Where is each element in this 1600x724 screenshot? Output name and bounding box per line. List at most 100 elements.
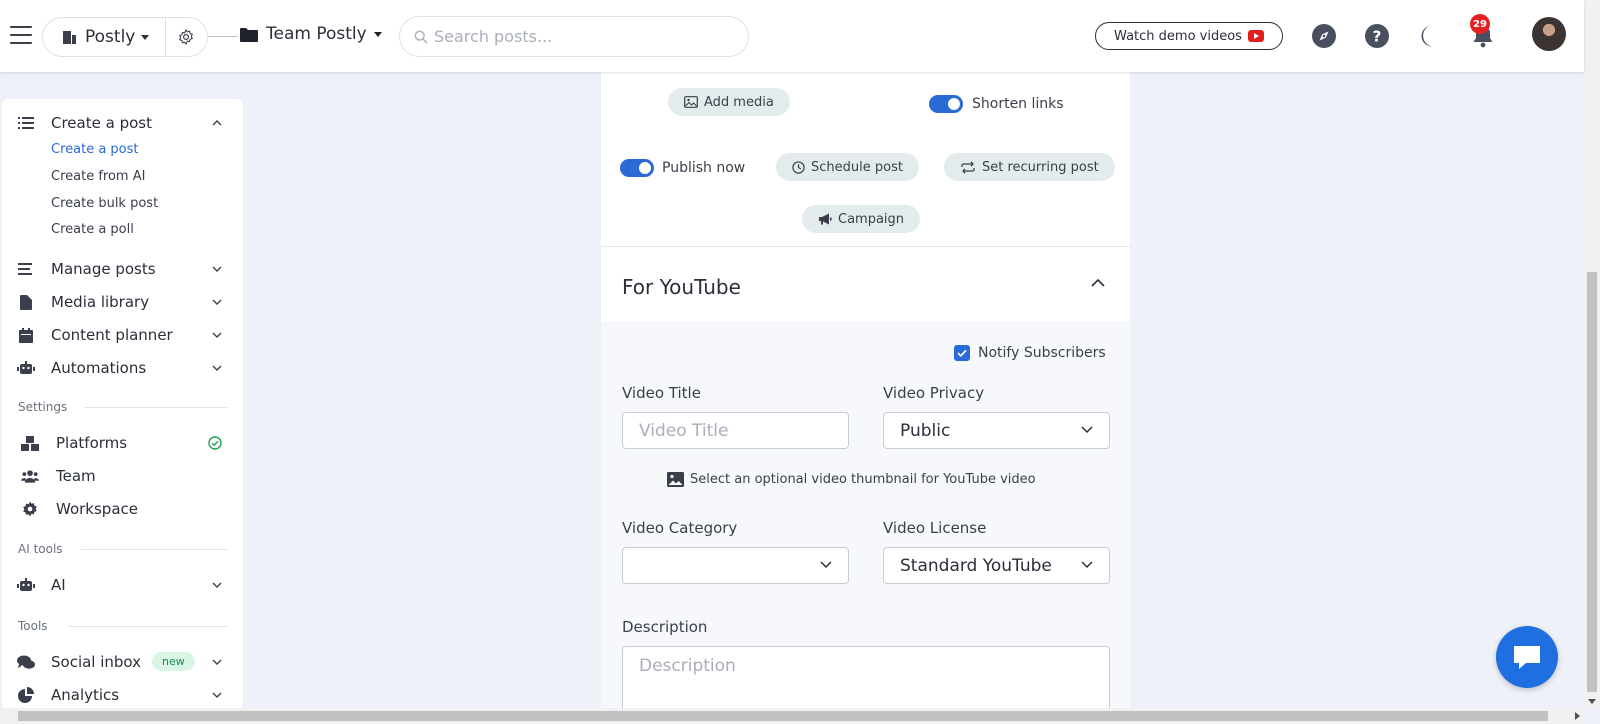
sidebar-item-label: Manage posts: [51, 260, 156, 278]
connector-line: [208, 36, 238, 37]
video-privacy-select[interactable]: Public: [883, 412, 1110, 449]
search-bar: [399, 16, 749, 57]
scroll-down-arrow-icon[interactable]: [1588, 699, 1596, 704]
sidebar: Create a post Create a post Create from …: [2, 99, 243, 709]
video-license-value: Standard YouTube: [900, 555, 1052, 576]
compass-icon[interactable]: [1311, 23, 1337, 49]
video-title-field: [622, 412, 849, 449]
chevron-down-icon: [212, 582, 222, 588]
sidebar-item-label: Create a post: [51, 114, 152, 132]
image-icon: [684, 96, 698, 108]
add-media-button[interactable]: Add media: [668, 88, 790, 116]
folder-icon: [240, 27, 258, 42]
chevron-down-icon: [212, 332, 222, 338]
sidebar-item-label: AI: [51, 576, 66, 594]
vertical-scrollbar-thumb[interactable]: [1587, 272, 1597, 692]
campaign-button[interactable]: Campaign: [802, 205, 921, 233]
caret-down-icon: [373, 31, 382, 37]
sidebar-item-media-library[interactable]: Media library: [2, 288, 243, 316]
shorten-links-label: Shorten links: [972, 96, 1064, 112]
publish-now-toggle[interactable]: [620, 159, 654, 177]
team-name: Team Postly: [266, 24, 367, 44]
chevron-down-icon: [212, 692, 222, 698]
sub-item-create-post[interactable]: Create a post: [51, 142, 139, 157]
check-circle-icon: [208, 436, 222, 450]
heading-divider: [84, 407, 227, 408]
sidebar-item-label: Social inbox: [51, 653, 142, 671]
list-icon: [17, 114, 35, 132]
publish-now-label: Publish now: [662, 160, 746, 176]
robot-icon: [17, 359, 35, 377]
avatar[interactable]: [1532, 17, 1566, 51]
sidebar-item-automations[interactable]: Automations: [2, 354, 243, 382]
chat-bubble-icon: [1514, 646, 1540, 669]
team-dropdown[interactable]: Team Postly: [240, 24, 382, 44]
video-category-label: Video Category: [622, 519, 738, 537]
description-label: Description: [622, 618, 708, 636]
notify-subscribers-label: Notify Subscribers: [978, 345, 1106, 361]
sidebar-item-label: Workspace: [56, 500, 138, 518]
video-license-select[interactable]: Standard YouTube: [883, 547, 1110, 584]
youtube-options-panel: Notify Subscribers Video Title Video Pri…: [601, 321, 1130, 712]
search-icon: [414, 30, 428, 44]
description-textarea[interactable]: [623, 647, 1109, 712]
sidebar-item-team[interactable]: Team: [2, 462, 243, 490]
cog-icon: [21, 500, 39, 518]
megaphone-icon: [819, 213, 832, 225]
search-input[interactable]: [434, 27, 724, 46]
sidebar-item-analytics[interactable]: Analytics: [2, 681, 243, 709]
svg-text:?: ?: [1373, 28, 1382, 46]
brand-dropdown[interactable]: Postly: [43, 18, 166, 56]
notification-count-badge: 29: [1470, 14, 1490, 34]
gear-icon[interactable]: [166, 18, 207, 56]
video-category-select[interactable]: [622, 547, 849, 584]
notify-subscribers-checkbox[interactable]: [954, 345, 970, 361]
add-media-label: Add media: [704, 94, 774, 110]
watch-demo-button[interactable]: Watch demo videos: [1095, 22, 1283, 50]
comments-icon: [17, 653, 35, 671]
clock-icon: [792, 160, 805, 174]
sidebar-item-label: Media library: [51, 293, 150, 311]
ai-tools-heading: AI tools: [18, 542, 63, 556]
video-title-input[interactable]: [623, 413, 848, 448]
video-title-label: Video Title: [622, 384, 701, 402]
sidebar-item-workspace[interactable]: Workspace: [2, 495, 243, 523]
sidebar-item-label: Content planner: [51, 326, 173, 344]
sidebar-item-manage-posts[interactable]: Manage posts: [2, 255, 243, 283]
caret-down-icon: [141, 34, 150, 40]
set-recurring-post-button[interactable]: Set recurring post: [944, 153, 1115, 181]
horizontal-scrollbar-thumb[interactable]: [18, 711, 1548, 721]
sub-item-create-poll[interactable]: Create a poll: [51, 222, 134, 237]
workspace-switcher: Postly: [42, 17, 208, 57]
sidebar-item-social-inbox[interactable]: Social inbox new: [2, 648, 243, 676]
sidebar-item-label: Automations: [51, 359, 147, 377]
sub-item-create-bulk-post[interactable]: Create bulk post: [51, 196, 158, 211]
chevron-down-icon: [1081, 561, 1093, 569]
chat-support-button[interactable]: [1496, 626, 1558, 688]
vertical-scrollbar[interactable]: [1584, 0, 1600, 708]
select-thumbnail-link[interactable]: Select an optional video thumbnail for Y…: [667, 472, 1036, 487]
sub-item-create-from-ai[interactable]: Create from AI: [51, 169, 145, 184]
menu-icon[interactable]: [10, 26, 32, 44]
watch-demo-label: Watch demo videos: [1114, 28, 1242, 44]
users-icon: [21, 467, 39, 485]
top-bar: Postly Team Postly Watch demo videos ? 2…: [0, 0, 1584, 72]
sidebar-item-platforms[interactable]: Platforms: [2, 429, 243, 457]
video-privacy-label: Video Privacy: [883, 384, 985, 402]
heading-divider: [81, 549, 227, 550]
chevron-down-icon: [212, 365, 222, 371]
schedule-post-button[interactable]: Schedule post: [776, 153, 919, 181]
help-icon[interactable]: ?: [1364, 23, 1390, 49]
sidebar-item-label: Analytics: [51, 686, 120, 704]
chevron-down-icon: [1081, 426, 1093, 434]
video-privacy-value: Public: [900, 420, 951, 441]
scroll-right-arrow-icon[interactable]: [1575, 712, 1580, 720]
sidebar-item-create-post[interactable]: Create a post: [2, 109, 243, 137]
sidebar-item-content-planner[interactable]: Content planner: [2, 321, 243, 349]
repeat-icon: [961, 160, 975, 174]
horizontal-scrollbar[interactable]: [0, 708, 1584, 724]
youtube-section-header[interactable]: For YouTube: [601, 247, 1130, 321]
shorten-links-toggle[interactable]: [929, 95, 963, 113]
sidebar-item-ai[interactable]: AI: [2, 571, 243, 599]
dark-mode-moon-icon[interactable]: [1417, 23, 1443, 49]
